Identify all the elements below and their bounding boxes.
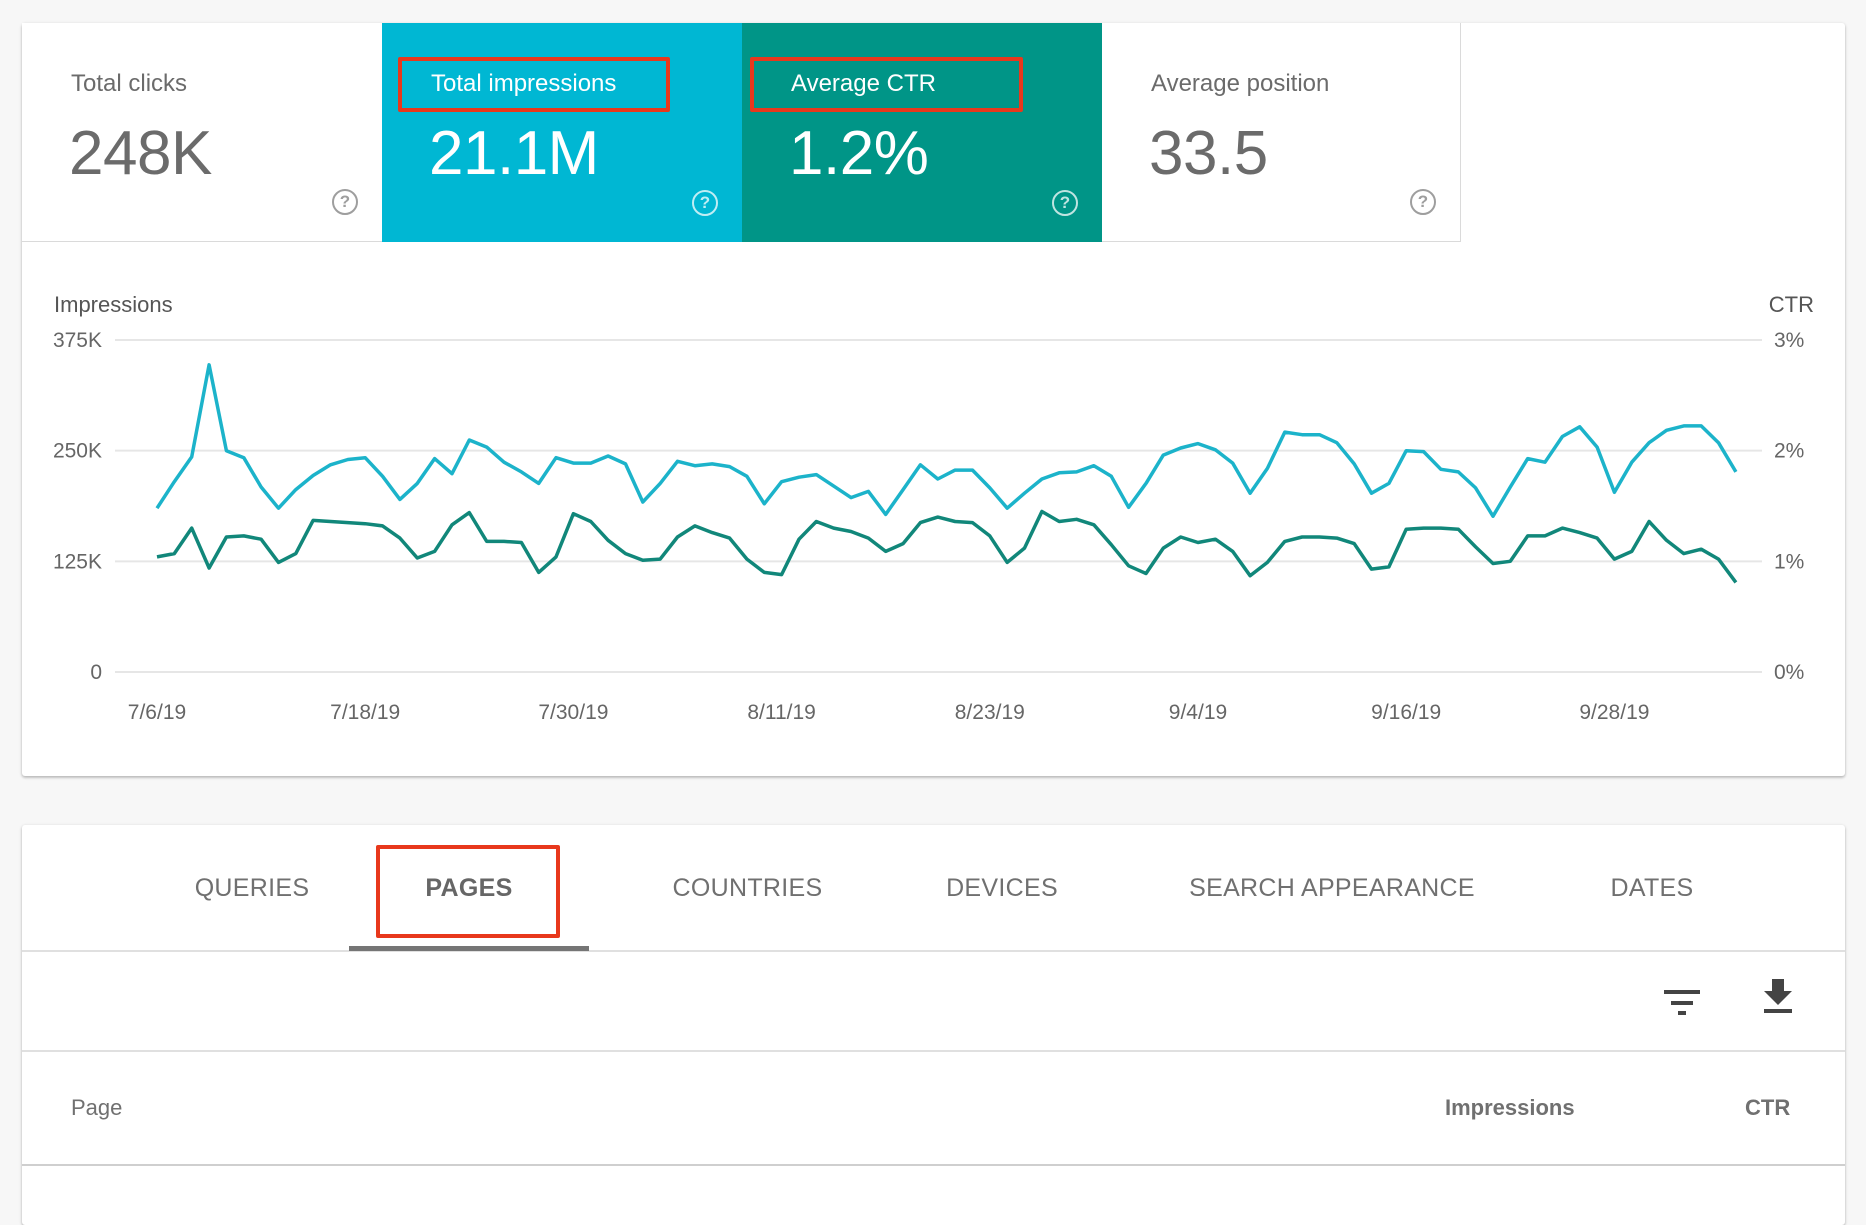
dimension-tabs: QUERIES PAGES COUNTRIES DEVICES SEARCH A… xyxy=(22,825,1845,952)
column-header-ctr[interactable]: CTR xyxy=(1745,1052,1790,1164)
x-tick-label: 9/16/19 xyxy=(1371,701,1441,724)
x-tick-label: 8/11/19 xyxy=(747,701,816,724)
performance-chart: Impressions CTR 0 125K 250K 375K 0% 1% 2% 3% 7… xyxy=(53,292,1814,724)
tab-devices[interactable]: DEVICES xyxy=(902,825,1102,951)
table-toolbar xyxy=(22,952,1845,1052)
right-tick-label: 0% xyxy=(1774,661,1804,684)
left-tick-label: 250K xyxy=(53,440,102,463)
left-tick-label: 375K xyxy=(53,329,102,352)
tab-search-appearance[interactable]: SEARCH APPEARANCE xyxy=(1152,825,1512,951)
performance-card: Total clicks 248K ? Total impressions 21… xyxy=(22,23,1845,776)
left-tick-label: 125K xyxy=(53,550,102,573)
x-tick-label: 9/4/19 xyxy=(1169,701,1227,724)
dimensions-card: QUERIES PAGES COUNTRIES DEVICES SEARCH A… xyxy=(22,825,1845,1225)
x-tick-label: 9/28/19 xyxy=(1579,701,1649,724)
active-tab-indicator xyxy=(349,946,589,951)
column-header-impressions[interactable]: Impressions xyxy=(1445,1052,1575,1164)
filter-icon[interactable] xyxy=(1662,986,1702,1018)
right-axis-title: CTR xyxy=(1769,292,1814,317)
annotation-highlight-box xyxy=(376,845,560,938)
tab-countries[interactable]: COUNTRIES xyxy=(635,825,860,951)
left-tick-label: 0 xyxy=(90,661,102,684)
download-icon[interactable] xyxy=(1762,977,1794,1017)
tab-queries[interactable]: QUERIES xyxy=(162,825,342,951)
right-tick-label: 1% xyxy=(1774,550,1804,573)
tab-dates[interactable]: DATES xyxy=(1562,825,1742,951)
series-line-ctr xyxy=(156,509,1738,584)
series-line-impressions xyxy=(155,363,1738,518)
column-header-page[interactable]: Page xyxy=(71,1052,122,1164)
x-tick-label: 7/18/19 xyxy=(330,701,400,724)
x-tick-label: 8/23/19 xyxy=(955,701,1025,724)
right-tick-label: 3% xyxy=(1774,329,1804,352)
left-axis-title: Impressions xyxy=(54,292,173,317)
table-header-row: Page Impressions CTR xyxy=(22,1052,1845,1166)
right-tick-label: 2% xyxy=(1774,440,1804,463)
x-tick-label: 7/30/19 xyxy=(538,701,608,724)
x-tick-label: 7/6/19 xyxy=(128,701,186,724)
